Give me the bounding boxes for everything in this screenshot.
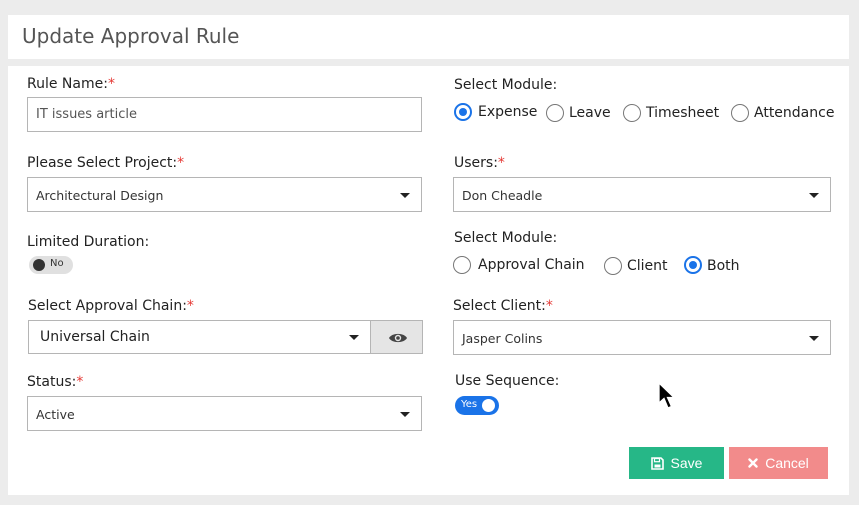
rule-name-input[interactable]: IT issues article — [27, 97, 422, 132]
use-sequence-toggle[interactable]: Yes — [455, 396, 499, 415]
save-icon — [650, 456, 664, 470]
radio-approval-chain-label: Approval Chain — [478, 257, 585, 273]
approval-chain-value: Universal Chain — [40, 329, 150, 345]
mouse-cursor-icon — [658, 382, 676, 409]
status-value: Active — [36, 407, 75, 422]
chevron-down-icon — [809, 193, 819, 198]
save-button[interactable]: Save — [629, 447, 724, 479]
chevron-down-icon — [400, 412, 410, 417]
page-title: Update Approval Rule — [22, 24, 240, 48]
radio-attendance-label: Attendance — [754, 105, 835, 121]
users-label: Users:* — [454, 155, 505, 171]
limited-duration-label: Limited Duration: — [27, 234, 150, 250]
radio-timesheet-label: Timesheet — [646, 105, 720, 121]
page-header: Update Approval Rule — [8, 15, 849, 59]
cancel-button[interactable]: Cancel — [729, 447, 828, 479]
limited-duration-toggle[interactable]: No — [29, 256, 73, 274]
eye-icon — [389, 333, 407, 343]
chevron-down-icon — [400, 193, 410, 198]
view-chain-button[interactable] — [371, 320, 423, 354]
client-value: Jasper Colins — [462, 331, 543, 346]
toggle-text: Yes — [461, 399, 478, 410]
select-module-label: Select Module: — [454, 77, 558, 93]
client-select[interactable]: Jasper Colins — [453, 320, 831, 355]
chevron-down-icon — [349, 335, 359, 340]
approval-chain-select[interactable]: Universal Chain — [28, 320, 371, 354]
project-select[interactable]: Architectural Design — [27, 177, 422, 212]
select-module-2-label: Select Module: — [454, 230, 558, 246]
close-icon — [748, 458, 758, 468]
radio-client[interactable] — [604, 257, 622, 275]
toggle-text: No — [50, 258, 64, 269]
radio-expense[interactable] — [454, 103, 472, 121]
rule-form: Rule Name:* IT issues article Select Mod… — [8, 66, 849, 495]
users-select[interactable]: Don Cheadle — [453, 177, 831, 212]
radio-client-label: Client — [627, 258, 668, 274]
toggle-knob — [33, 259, 45, 271]
client-label: Select Client:* — [453, 298, 553, 314]
status-label: Status:* — [27, 374, 84, 390]
rule-name-value: IT issues article — [36, 107, 137, 122]
status-select[interactable]: Active — [27, 396, 422, 431]
radio-both-label: Both — [707, 258, 740, 274]
users-value: Don Cheadle — [462, 188, 543, 203]
rule-name-label: Rule Name:* — [27, 76, 115, 92]
chevron-down-icon — [809, 336, 819, 341]
radio-both[interactable] — [684, 256, 702, 274]
use-sequence-label: Use Sequence: — [455, 373, 560, 389]
radio-timesheet[interactable] — [623, 104, 641, 122]
radio-attendance[interactable] — [731, 104, 749, 122]
approval-chain-label: Select Approval Chain:* — [28, 298, 194, 314]
radio-leave-label: Leave — [569, 105, 611, 121]
project-label: Please Select Project:* — [27, 155, 185, 171]
radio-leave[interactable] — [546, 104, 564, 122]
toggle-knob — [482, 399, 495, 412]
radio-expense-label: Expense — [478, 104, 538, 120]
radio-approval-chain[interactable] — [453, 256, 471, 274]
cancel-button-label: Cancel — [765, 455, 809, 471]
project-value: Architectural Design — [36, 188, 164, 203]
save-button-label: Save — [670, 455, 703, 471]
